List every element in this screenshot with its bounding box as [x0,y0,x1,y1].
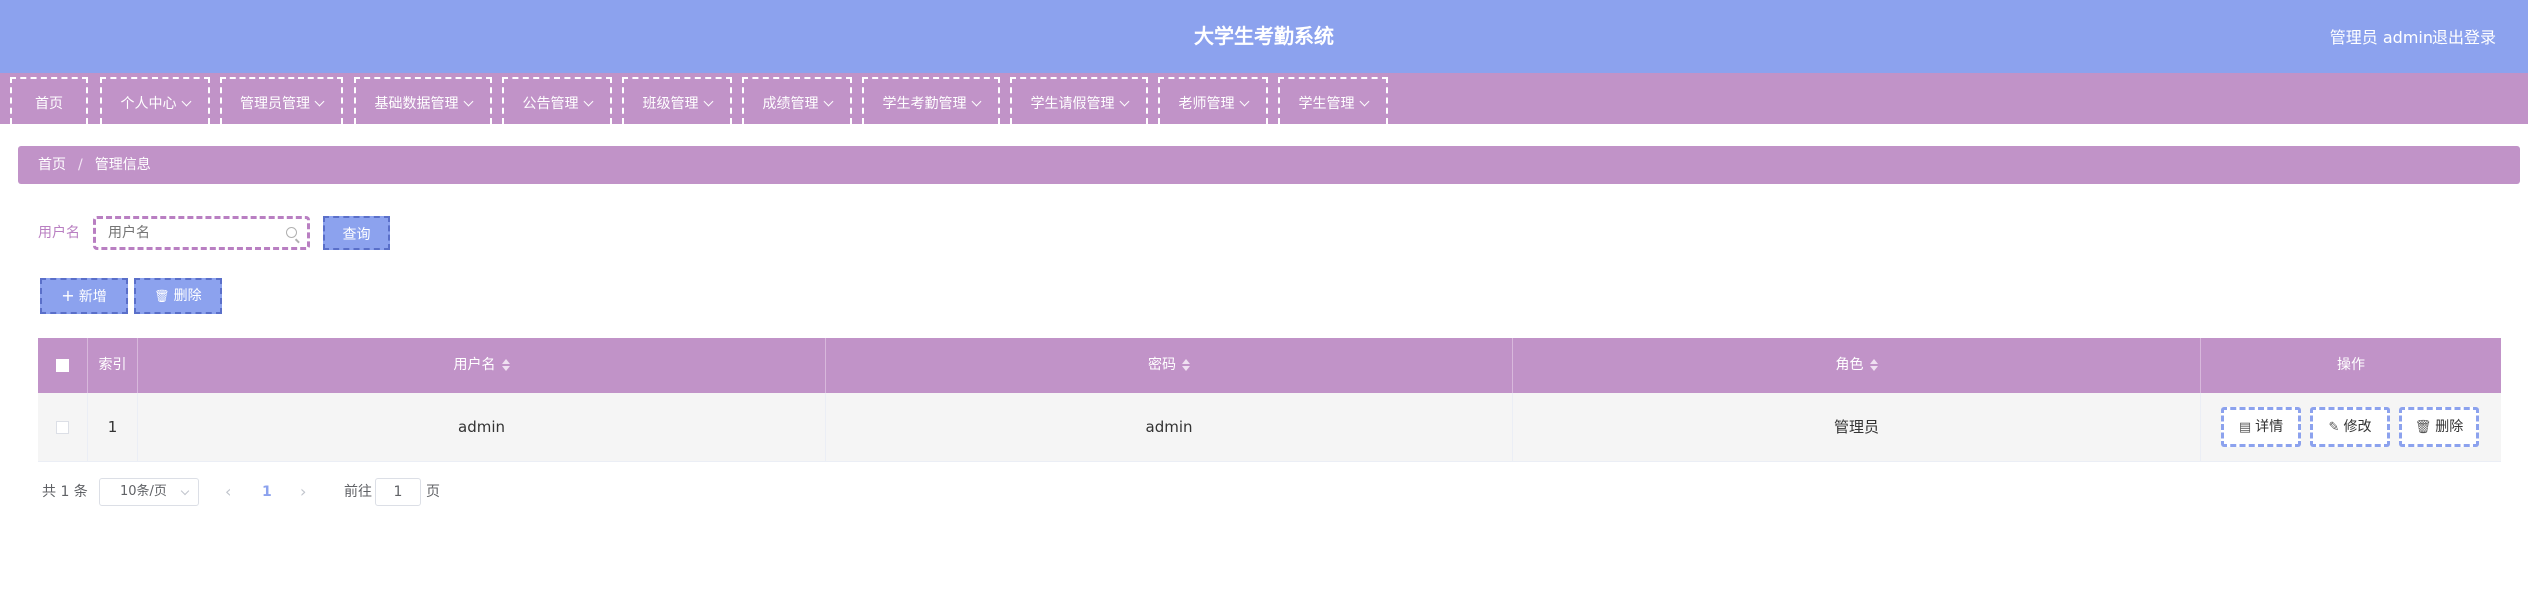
breadcrumb-separator: / [78,157,83,173]
row-select-cell [38,393,88,462]
nav-item-home[interactable]: 首页 [10,77,88,124]
top-nav: 首页 个人中心 管理员管理 基础数据管理 公告管理 班级管理 成绩管理 学生考勤… [0,73,2528,124]
app-header: 大学生考勤系统 管理员 admin 退出登录 [0,0,2528,73]
logout-link[interactable]: 退出登录 [2432,24,2496,48]
breadcrumb-home[interactable]: 首页 [38,157,66,173]
table-header: 索引 用户名 密码 角色 操作 [38,338,2501,393]
sort-icon[interactable] [501,359,510,371]
chevron-down-icon [1239,96,1249,107]
nav-item-label: 管理员管理 [240,96,310,112]
nav-item-leave[interactable]: 学生请假管理 [1010,77,1148,124]
chevron-down-icon [583,96,593,107]
column-header-label: 密码 [1148,357,1176,373]
column-header-username[interactable]: 用户名 [138,338,826,393]
edit-button[interactable]: ✎ 修改 [2310,407,2390,447]
nav-item-label: 公告管理 [522,96,579,112]
nav-item-student[interactable]: 学生管理 [1278,77,1388,124]
delete-button-label: 删除 [173,288,202,304]
pagination-total: 共 1 条 [42,484,88,500]
add-button[interactable]: + 新增 [40,278,128,314]
edit-icon: ✎ [2328,420,2340,435]
search-input[interactable] [108,219,278,247]
search-label: 用户名 [38,225,80,241]
chevron-down-icon [181,96,191,107]
breadcrumb-current: 管理信息 [94,157,151,173]
table-row: 1 admin admin 管理员 ▤ 详情 ✎ 修改 🗑 删除 [38,393,2501,462]
batch-delete-button[interactable]: 🗑 删除 [134,278,222,314]
column-header-actions: 操作 [2337,357,2365,373]
page-suffix: 页 [426,484,440,500]
cell-actions: ▤ 详情 ✎ 修改 🗑 删除 [2201,393,2501,462]
page-number-current[interactable]: 1 [262,478,272,506]
chevron-down-icon [463,96,473,107]
column-header-role[interactable]: 角色 [1513,338,2201,393]
chevron-down-icon [1119,96,1129,107]
detail-button-label: 详情 [2255,419,2284,435]
goto-label: 前往 [344,484,372,500]
nav-item-admin-management[interactable]: 管理员管理 [220,77,343,124]
breadcrumb: 首页 / 管理信息 [18,146,2520,184]
sort-icon[interactable] [1182,359,1190,371]
nav-item-grades[interactable]: 成绩管理 [742,77,852,124]
chevron-down-icon [703,96,713,107]
query-button[interactable]: 查询 [323,216,390,250]
select-all-checkbox[interactable] [56,358,69,372]
column-header-password[interactable]: 密码 [826,338,1513,393]
search-field[interactable] [93,216,310,250]
select-all-cell [38,338,88,393]
trash-icon: 🗑 [154,289,170,303]
nav-item-teacher[interactable]: 老师管理 [1158,77,1268,124]
document-icon: ▤ [2238,420,2252,435]
column-header-label: 用户名 [453,357,496,373]
cell-username: admin [138,393,826,462]
next-page-icon[interactable]: › [300,478,306,506]
cell-password: admin [826,393,1513,462]
nav-item-label: 基础数据管理 [374,96,459,112]
row-delete-button[interactable]: 🗑 删除 [2399,407,2479,447]
page-size-value: 10条/页 [120,484,167,499]
column-header-label: 角色 [1835,357,1864,373]
edit-button-label: 修改 [2343,419,2372,435]
app-title: 大学生考勤系统 [1194,24,1334,48]
nav-item-label: 首页 [35,96,63,112]
chevron-down-icon [971,96,981,107]
nav-item-label: 个人中心 [120,96,177,112]
detail-button[interactable]: ▤ 详情 [2221,407,2301,447]
nav-item-notice[interactable]: 公告管理 [502,77,612,124]
nav-item-label: 学生管理 [1298,96,1355,112]
nav-item-attendance[interactable]: 学生考勤管理 [862,77,1000,124]
chevron-down-icon [823,96,833,107]
column-header-index: 索引 [88,338,138,393]
nav-item-label: 老师管理 [1178,96,1235,112]
add-button-label: 新增 [78,289,107,305]
prev-page-icon[interactable]: ‹ [225,478,231,506]
page-size-select[interactable]: 10条/页 [99,478,199,506]
chevron-down-icon [180,486,190,496]
goto-page-input[interactable] [375,478,421,506]
current-user: 管理员 admin [2329,28,2433,47]
nav-item-label: 班级管理 [642,96,699,112]
cell-index: 1 [88,393,138,462]
nav-item-basic-data[interactable]: 基础数据管理 [354,77,492,124]
nav-item-label: 学生请假管理 [1030,96,1115,112]
chevron-down-icon [314,96,325,107]
row-checkbox[interactable] [56,421,69,434]
search-icon [286,227,297,238]
nav-item-label: 学生考勤管理 [882,96,967,112]
row-delete-button-label: 删除 [2435,419,2464,435]
cell-role: 管理员 [1513,393,2201,462]
nav-item-label: 成绩管理 [762,96,819,112]
sort-icon[interactable] [1869,359,1878,371]
trash-icon: 🗑 [2414,420,2432,435]
nav-item-personal-center[interactable]: 个人中心 [100,77,210,124]
nav-item-class[interactable]: 班级管理 [622,77,732,124]
plus-icon: + [61,286,75,305]
chevron-down-icon [1359,96,1369,107]
